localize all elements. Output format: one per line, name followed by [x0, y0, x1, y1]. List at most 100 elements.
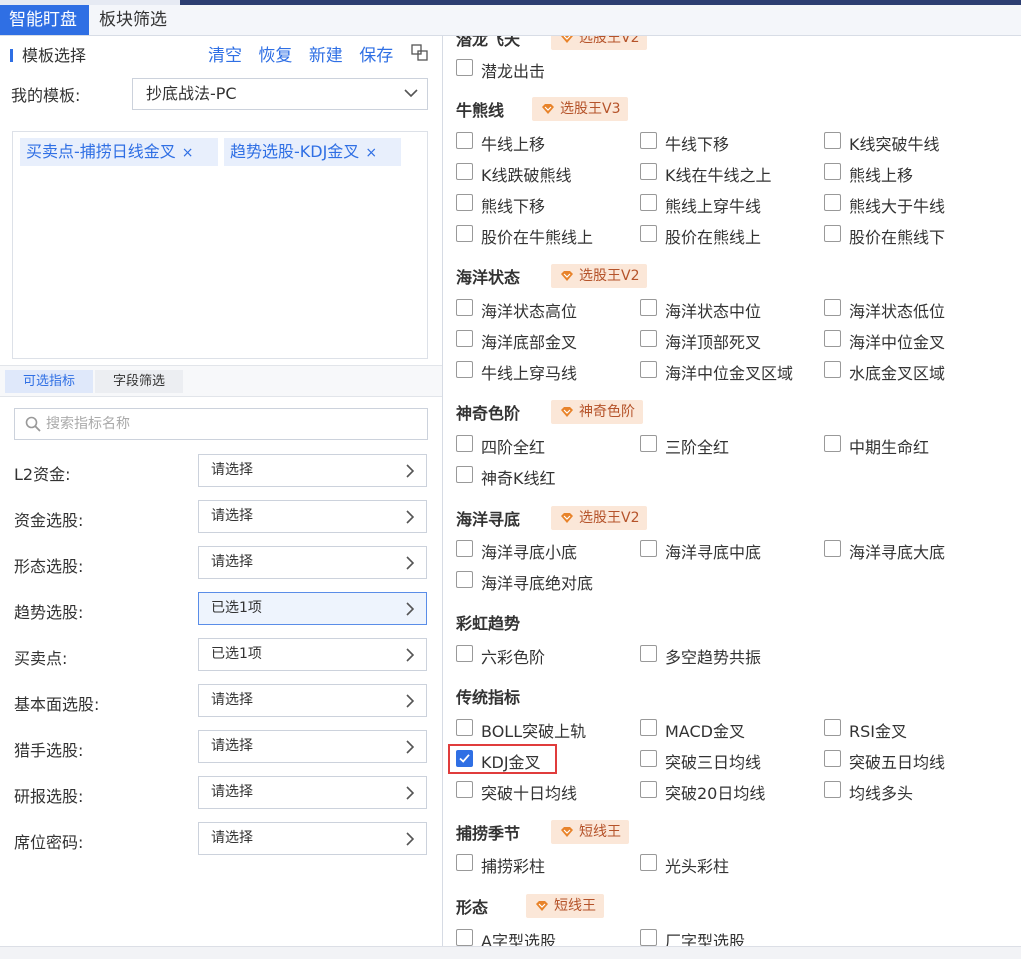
clear-button[interactable]: 清空 — [208, 46, 242, 66]
checkbox[interactable] — [640, 750, 657, 767]
restore-button[interactable]: 恢复 — [258, 46, 292, 66]
checkbox[interactable] — [640, 330, 657, 347]
option-label: 海洋寻底绝对底 — [481, 574, 594, 593]
tag-remove-icon[interactable]: × — [182, 145, 194, 161]
badge-text: 短线王 — [579, 824, 621, 840]
option-label: 股价在牛熊线上 — [481, 228, 594, 247]
option-label: 突破五日均线 — [849, 753, 946, 772]
checkbox[interactable] — [456, 132, 473, 149]
main-tab-bar: 智能盯盘 板块筛选 — [0, 5, 1021, 36]
option-label: K线跌破熊线 — [481, 166, 572, 185]
template-select[interactable]: 抄底战法-PC — [132, 78, 428, 110]
checkbox[interactable] — [824, 194, 841, 211]
checkbox[interactable] — [640, 361, 657, 378]
option-label: 牛线上移 — [481, 135, 546, 154]
tab-available-indicators[interactable]: 可选指标 — [5, 370, 93, 393]
checkbox[interactable] — [640, 435, 657, 452]
checkbox[interactable] — [640, 163, 657, 180]
checkbox[interactable] — [456, 330, 473, 347]
chevron-right-icon — [406, 556, 414, 570]
section-title: 海洋寻底 — [456, 510, 521, 529]
filter-select[interactable]: 请选择 — [198, 730, 427, 763]
checkbox[interactable] — [824, 361, 841, 378]
filter-select[interactable]: 请选择 — [198, 500, 427, 533]
filter-select[interactable]: 已选1项 — [198, 592, 427, 625]
checkbox[interactable] — [824, 299, 841, 316]
checkbox[interactable] — [456, 719, 473, 736]
filter-value: 请选择 — [211, 462, 253, 478]
tab-smart-watch[interactable]: 智能盯盘 — [0, 5, 89, 35]
version-badge: 选股王V2 — [551, 264, 648, 288]
checkbox[interactable] — [456, 571, 473, 588]
checkbox[interactable] — [824, 719, 841, 736]
checkbox[interactable] — [640, 225, 657, 242]
checkbox[interactable] — [640, 645, 657, 662]
badge-text: 选股王V2 — [579, 268, 640, 284]
checkbox[interactable] — [824, 330, 841, 347]
checkbox[interactable] — [640, 854, 657, 871]
checkbox[interactable] — [456, 163, 473, 180]
checkbox[interactable] — [456, 466, 473, 483]
tag-remove-icon[interactable]: × — [365, 145, 377, 161]
filter-row: 席位密码: 请选择 — [0, 822, 442, 856]
checkbox[interactable] — [456, 929, 473, 946]
search-input[interactable]: 搜索指标名称 — [14, 408, 428, 440]
tab-field-filter[interactable]: 字段筛选 — [95, 370, 183, 393]
checkbox[interactable] — [824, 132, 841, 149]
checkbox[interactable] — [640, 781, 657, 798]
filter-value: 已选1项 — [211, 600, 262, 616]
checkbox[interactable] — [456, 59, 473, 76]
option-label: RSI金叉 — [849, 722, 907, 741]
filter-row: 买卖点: 已选1项 — [0, 638, 442, 672]
checkbox[interactable] — [640, 194, 657, 211]
new-button[interactable]: 新建 — [309, 46, 343, 66]
filter-select[interactable]: 请选择 — [198, 454, 427, 487]
chevron-right-icon — [406, 740, 414, 754]
checkbox[interactable] — [640, 929, 657, 946]
checkbox[interactable] — [456, 435, 473, 452]
checkbox[interactable] — [640, 132, 657, 149]
checkbox[interactable] — [456, 194, 473, 211]
checkbox[interactable] — [456, 781, 473, 798]
filter-select[interactable]: 请选择 — [198, 822, 427, 855]
option-label: 牛线上穿马线 — [481, 364, 578, 383]
checkbox[interactable] — [456, 540, 473, 557]
filter-value: 请选择 — [211, 784, 253, 800]
option-label: 海洋顶部死叉 — [665, 333, 762, 352]
checkbox[interactable] — [456, 854, 473, 871]
section-title: 牛熊线 — [456, 101, 505, 120]
section-title: 形态 — [456, 898, 489, 917]
checkbox[interactable] — [456, 299, 473, 316]
filter-select[interactable]: 请选择 — [198, 546, 427, 579]
template-section-title: 模板选择 — [10, 42, 86, 66]
chevron-down-icon — [404, 89, 418, 98]
left-panel: 模板选择 清空 恢复 新建 保存 我的模板: 抄底战法-PC 买卖点-捕捞日线金… — [0, 36, 443, 946]
checkbox[interactable] — [824, 540, 841, 557]
filter-label: 研报选股: — [14, 787, 84, 806]
filter-label: 席位密码: — [14, 833, 84, 852]
checkbox[interactable] — [824, 163, 841, 180]
filter-row: 基本面选股: 请选择 — [0, 684, 442, 718]
filter-row: 猎手选股: 请选择 — [0, 730, 442, 764]
filter-select[interactable]: 请选择 — [198, 684, 427, 717]
option-label: 捕捞彩柱 — [481, 857, 546, 876]
checkbox[interactable] — [640, 719, 657, 736]
checkbox[interactable] — [824, 435, 841, 452]
option-label: 海洋寻底中底 — [665, 543, 762, 562]
checkbox[interactable] — [456, 645, 473, 662]
copy-icon[interactable] — [411, 44, 428, 61]
checkbox[interactable] — [824, 781, 841, 798]
tab-sector-filter[interactable]: 板块筛选 — [90, 5, 180, 35]
option-label: 海洋寻底大底 — [849, 543, 946, 562]
checkbox[interactable] — [824, 225, 841, 242]
checkbox[interactable] — [640, 299, 657, 316]
option-label: BOLL突破上轨 — [481, 722, 587, 741]
filter-select[interactable]: 请选择 — [198, 776, 427, 809]
save-button[interactable]: 保存 — [359, 46, 393, 66]
checkbox[interactable] — [640, 540, 657, 557]
filter-select[interactable]: 已选1项 — [198, 638, 427, 671]
checkbox[interactable] — [456, 225, 473, 242]
checkbox[interactable] — [456, 361, 473, 378]
filter-label: 趋势选股: — [14, 603, 84, 622]
checkbox[interactable] — [824, 750, 841, 767]
